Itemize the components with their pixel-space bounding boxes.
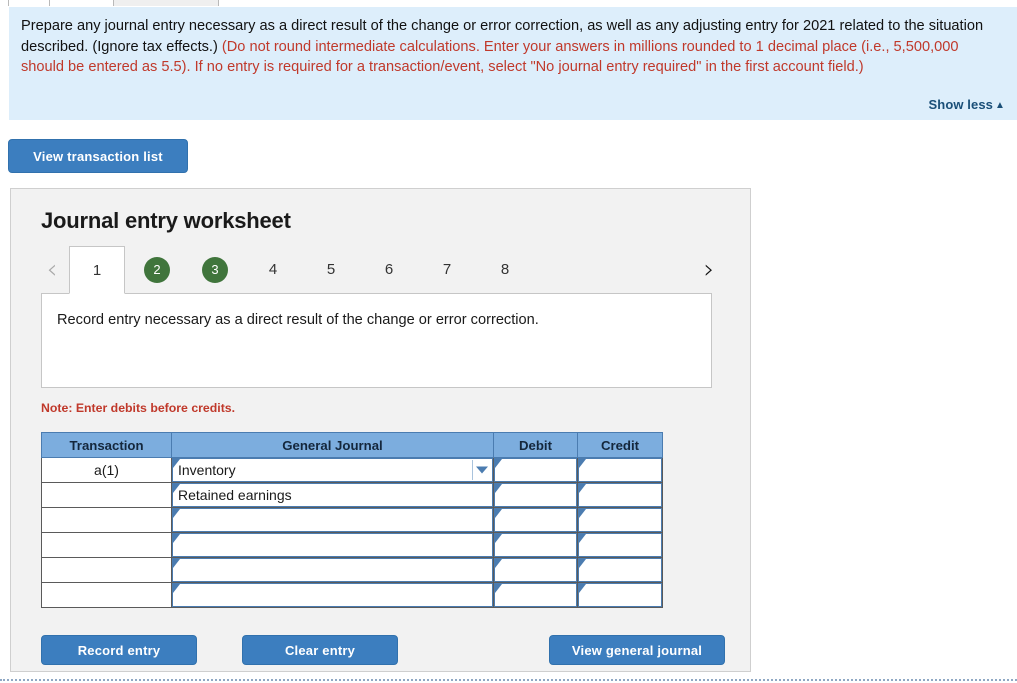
chevron-down-icon[interactable] (476, 467, 488, 474)
journal-entry-table-body: a(1)Inventory Retained earnings (42, 458, 663, 608)
worksheet-title: Journal entry worksheet (41, 208, 291, 234)
worksheet-tab-6[interactable]: 6 (361, 246, 417, 293)
table-row: Retained earnings (42, 483, 663, 508)
credit-input[interactable] (578, 558, 662, 582)
debit-input[interactable] (494, 558, 577, 582)
cell-transaction (42, 583, 172, 608)
debit-cell (494, 583, 578, 608)
table-header-row: Transaction General Journal Debit Credit (42, 433, 663, 458)
record-entry-button[interactable]: Record entry (41, 635, 197, 665)
credit-cell (578, 508, 663, 533)
column-header-debit: Debit (494, 433, 578, 458)
column-header-credit: Credit (578, 433, 663, 458)
account-input[interactable] (172, 533, 493, 557)
credit-cell (578, 483, 663, 508)
column-header-transaction: Transaction (42, 433, 172, 458)
journal-entry-table: Transaction General Journal Debit Credit… (41, 432, 663, 608)
account-cell (172, 508, 494, 533)
worksheet-tab-nav: ‹ › 1 2 3 4 5 6 7 8 (39, 246, 722, 293)
debit-input[interactable] (494, 508, 577, 532)
debit-input[interactable] (494, 458, 577, 482)
credit-input[interactable] (578, 533, 662, 557)
worksheet-tab-1[interactable]: 1 (69, 246, 125, 294)
column-header-general-journal: General Journal (172, 433, 494, 458)
journal-entry-worksheet-card: Journal entry worksheet ‹ › 1 2 3 4 5 6 7 8 Rec… (10, 188, 751, 672)
view-general-journal-button[interactable]: View general journal (549, 635, 725, 665)
credit-cell (578, 583, 663, 608)
worksheet-tab-2[interactable]: 2 (129, 246, 185, 293)
cell-transaction: a(1) (42, 458, 172, 483)
account-value: Retained earnings (173, 487, 292, 503)
debit-cell (494, 558, 578, 583)
debit-cell (494, 483, 578, 508)
account-cell (172, 583, 494, 608)
worksheet-tab-completed-badge: 3 (202, 257, 228, 283)
show-less-link[interactable]: Show less▲ (929, 97, 1005, 112)
worksheet-tab-label: 4 (269, 261, 277, 278)
table-row (42, 508, 663, 533)
worksheet-tab-4[interactable]: 4 (245, 246, 301, 293)
account-input[interactable]: Inventory (172, 458, 493, 482)
worksheet-tab-label: 7 (443, 261, 451, 278)
chevron-up-icon: ▲ (995, 100, 1005, 111)
worksheet-tab-completed-badge: 2 (144, 257, 170, 283)
entry-prompt-box: Record entry necessary as a direct resul… (41, 293, 712, 388)
debit-input[interactable] (494, 583, 577, 607)
worksheet-tab-3[interactable]: 3 (187, 246, 243, 293)
cell-transaction (42, 508, 172, 533)
credit-input[interactable] (578, 583, 662, 607)
worksheet-tab-label: 5 (327, 261, 335, 278)
clear-entry-button[interactable]: Clear entry (242, 635, 398, 665)
account-input[interactable] (172, 508, 493, 532)
instruction-text: Prepare any journal entry necessary as a… (21, 16, 1003, 78)
worksheet-tab-8[interactable]: 8 (477, 246, 533, 293)
worksheet-tab-label: 8 (501, 261, 509, 278)
worksheet-tab-label: 1 (93, 262, 101, 279)
debit-input[interactable] (494, 483, 577, 507)
debit-cell (494, 533, 578, 558)
account-cell (172, 558, 494, 583)
prev-entry-chevron-icon[interactable]: ‹ (39, 252, 65, 286)
debit-cell (494, 458, 578, 483)
table-row (42, 583, 663, 608)
cell-transaction (42, 533, 172, 558)
account-input[interactable] (172, 583, 493, 607)
account-cell: Retained earnings (172, 483, 494, 508)
table-row: a(1)Inventory (42, 458, 663, 483)
account-cell: Inventory (172, 458, 494, 483)
page-root: Prepare any journal entry necessary as a… (0, 0, 1017, 683)
credit-cell (578, 558, 663, 583)
worksheet-tab-7[interactable]: 7 (419, 246, 475, 293)
show-less-label: Show less (929, 97, 993, 112)
worksheet-tab-5[interactable]: 5 (303, 246, 359, 293)
cell-transaction (42, 483, 172, 508)
worksheet-tab-label: 6 (385, 261, 393, 278)
dropdown-separator (472, 460, 473, 480)
debit-input[interactable] (494, 533, 577, 557)
credit-input[interactable] (578, 508, 662, 532)
account-value: Inventory (173, 462, 236, 478)
cell-transaction (42, 558, 172, 583)
view-transaction-list-button[interactable]: View transaction list (8, 139, 188, 173)
credit-cell (578, 533, 663, 558)
debit-cell (494, 508, 578, 533)
account-input[interactable]: Retained earnings (172, 483, 493, 507)
credit-input[interactable] (578, 483, 662, 507)
table-row (42, 533, 663, 558)
credit-input[interactable] (578, 458, 662, 482)
account-input[interactable] (172, 558, 493, 582)
next-entry-chevron-icon[interactable]: › (696, 252, 722, 286)
entry-prompt-text: Record entry necessary as a direct resul… (57, 312, 539, 328)
instruction-banner: Prepare any journal entry necessary as a… (9, 7, 1017, 120)
table-row (42, 558, 663, 583)
bottom-divider (0, 679, 1017, 681)
top-tab-partial-1[interactable] (8, 0, 50, 6)
debits-before-credits-note: Note: Enter debits before credits. (41, 401, 235, 415)
account-cell (172, 533, 494, 558)
top-tab-partial-2[interactable] (113, 0, 219, 6)
credit-cell (578, 458, 663, 483)
